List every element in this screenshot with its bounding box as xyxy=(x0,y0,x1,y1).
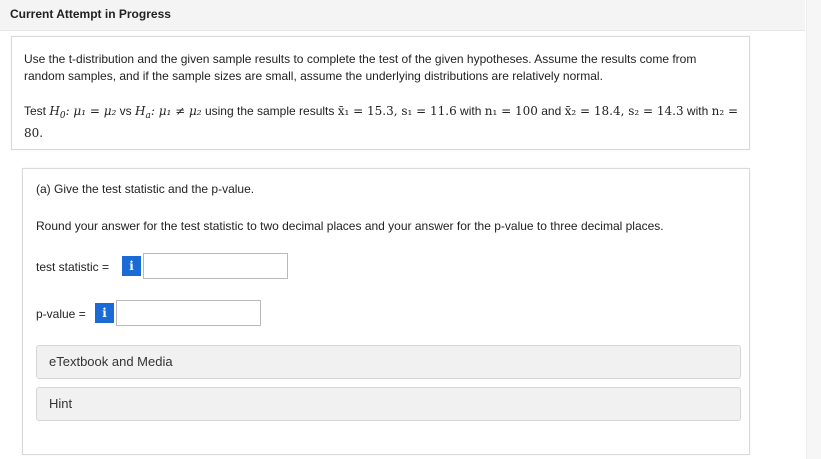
and-text: and xyxy=(541,104,562,118)
test-statistic-info-icon[interactable]: i xyxy=(122,256,141,276)
alternative-hypothesis: Ha: μ₁ ≠ μ₂ xyxy=(135,104,202,121)
part-a-card: (a) Give the test statistic and the p-va… xyxy=(22,168,750,455)
p-value-label: p-value = xyxy=(36,307,86,321)
test-statistic-input[interactable] xyxy=(143,253,288,279)
part-a-label: (a) Give the test statistic and the p-va… xyxy=(36,182,255,196)
using-text: using the sample results xyxy=(204,104,335,118)
rounding-instructions: Round your answer for the test statistic… xyxy=(36,219,664,233)
with-text-1: with xyxy=(460,104,482,118)
with-text-2: with xyxy=(686,104,709,118)
p-value-info-icon[interactable]: i xyxy=(95,303,114,323)
etextbook-media-button[interactable]: eTextbook and Media xyxy=(36,345,741,379)
hypothesis-statement: Test H0: μ₁ = μ₂ vs Ha: μ₁ ≠ μ₂ using th… xyxy=(24,103,749,142)
sample-2-stats: x̄₂ = 18.4, s₂ = 14.3 xyxy=(564,104,684,118)
vs-text: vs xyxy=(119,104,132,118)
problem-statement-card: Use the t-distribution and the given sam… xyxy=(11,36,750,150)
page-scrollbar[interactable] xyxy=(806,0,821,459)
p-value-input[interactable] xyxy=(116,300,261,326)
attempt-banner: Current Attempt in Progress xyxy=(0,0,805,31)
test-prefix: Test xyxy=(24,104,47,118)
sample-1-size: n₁ = 100 xyxy=(484,104,538,118)
problem-instructions: Use the t-distribution and the given sam… xyxy=(24,52,697,83)
sample-1-stats: x̄₁ = 15.3, s₁ = 11.6 xyxy=(337,104,457,118)
attempt-status-title: Current Attempt in Progress xyxy=(10,7,171,21)
null-hypothesis: H0: μ₁ = μ₂ xyxy=(49,104,117,121)
test-statistic-label: test statistic = xyxy=(36,260,110,274)
hint-button[interactable]: Hint xyxy=(36,387,741,421)
